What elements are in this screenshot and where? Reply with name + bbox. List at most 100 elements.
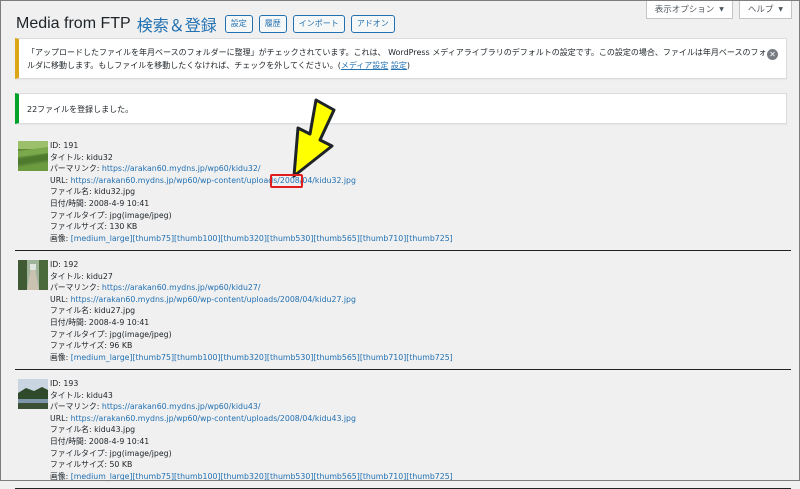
image-size-link[interactable]: [thumb725]	[406, 234, 452, 243]
settings-button[interactable]: 設定	[224, 15, 253, 33]
item-images-row: 画像: [medium_large][thumb75][thumb100][th…	[50, 352, 453, 364]
url-label: URL:	[50, 294, 71, 304]
dismiss-icon[interactable]: ✕	[767, 49, 778, 60]
caret-down-icon: ▼	[719, 5, 724, 13]
registered-file-list: ID: 191 タイトル: kidu32 パーマリンク: https://ara…	[15, 137, 791, 489]
item-title-row: タイトル: kidu32	[50, 152, 453, 164]
history-button[interactable]: 履歴	[258, 15, 287, 33]
permalink-link[interactable]: https://arakan60.mydns.jp/wp60/kidu43/	[102, 402, 261, 411]
item-title-row: タイトル: kidu43	[50, 390, 453, 402]
url-link[interactable]: https://arakan60.mydns.jp/wp60/wp-conten…	[71, 295, 356, 304]
image-size-link[interactable]: [thumb710]	[360, 234, 406, 243]
item-images-row: 画像: [medium_large][thumb75][thumb100][th…	[50, 233, 453, 245]
images-label: 画像:	[50, 352, 71, 362]
help-button[interactable]: ヘルプ ▼	[738, 0, 792, 19]
item-url-row: URL: https://arakan60.mydns.jp/wp60/wp-c…	[50, 294, 453, 306]
title-label: タイトル:	[50, 152, 87, 162]
item-title: kidu32	[86, 152, 113, 162]
addon-button[interactable]: アドオン	[350, 15, 395, 33]
warning-notice-text: 「アップロードしたファイルを年月ベースのフォルダーに整理」がチェックされています…	[27, 46, 767, 72]
item-filetype: ファイルタイプ: jpg(image/jpeg)	[50, 210, 172, 220]
media-settings-link[interactable]: メディア設定	[341, 61, 388, 70]
item-permalink-row: パーマリンク: https://arakan60.mydns.jp/wp60/k…	[50, 282, 453, 294]
screen-options-label: 表示オプション	[654, 5, 715, 15]
item-fields: ID: 191 タイトル: kidu32 パーマリンク: https://ara…	[50, 140, 453, 244]
item-filename: ファイル名: kidu27.jpg	[50, 306, 136, 316]
import-button[interactable]: インポート	[292, 15, 345, 33]
permalink-link[interactable]: https://arakan60.mydns.jp/wp60/kidu27/	[102, 283, 261, 292]
item-title-row: タイトル: kidu27	[50, 271, 453, 283]
item-filesize: ファイルサイズ: 130 KB	[50, 222, 138, 232]
image-size-link[interactable]: [thumb100]	[174, 472, 220, 481]
permalink-label: パーマリンク:	[50, 283, 102, 293]
item-url-row: URL: https://arakan60.mydns.jp/wp60/wp-c…	[50, 413, 453, 425]
image-size-link[interactable]: [thumb565]	[313, 234, 359, 243]
item-filetype: ファイルタイプ: jpg(image/jpeg)	[50, 329, 172, 339]
help-label: ヘルプ	[747, 5, 774, 15]
screen-options-button[interactable]: 表示オプション ▼	[645, 0, 733, 19]
item-filename: ファイル名: kidu32.jpg	[50, 187, 136, 197]
item-filesize: ファイルサイズ: 50 KB	[50, 460, 133, 470]
item-permalink-row: パーマリンク: https://arakan60.mydns.jp/wp60/k…	[50, 163, 453, 175]
item-filetype: ファイルタイプ: jpg(image/jpeg)	[50, 448, 172, 458]
image-size-link[interactable]: [thumb565]	[313, 472, 359, 481]
success-notice: 22ファイルを登録しました。	[15, 93, 787, 124]
item-datetime: 日付/時間: 2008-4-9 10:41	[50, 198, 150, 208]
success-message: 22ファイルを登録しました。	[27, 105, 134, 114]
image-size-link[interactable]: [thumb565]	[313, 353, 359, 362]
item-permalink-row: パーマリンク: https://arakan60.mydns.jp/wp60/k…	[50, 401, 453, 413]
image-size-link[interactable]: [thumb320]	[220, 353, 266, 362]
permalink-link[interactable]: https://arakan60.mydns.jp/wp60/kidu32/	[102, 164, 261, 173]
item-title: kidu27	[86, 271, 113, 281]
image-size-link[interactable]: [medium_large]	[71, 234, 133, 243]
url-label: URL:	[50, 175, 71, 185]
image-size-link[interactable]: [thumb320]	[220, 472, 266, 481]
caret-down-icon: ▼	[778, 5, 783, 13]
image-size-link[interactable]: [thumb530]	[267, 234, 313, 243]
page-title-link[interactable]: 検索＆登録	[137, 12, 217, 36]
screen-meta-links: 表示オプション ▼ ヘルプ ▼	[645, 0, 792, 19]
list-item: ID: 193 タイトル: kidu43 パーマリンク: https://ara…	[15, 375, 791, 489]
images-label: 画像:	[50, 233, 71, 243]
image-size-link[interactable]: [thumb530]	[267, 353, 313, 362]
images-label: 画像:	[50, 471, 71, 481]
item-filename: ファイル名: kidu43.jpg	[50, 425, 136, 435]
image-size-link[interactable]: [thumb320]	[220, 234, 266, 243]
list-item: ID: 191 タイトル: kidu32 パーマリンク: https://ara…	[15, 137, 791, 251]
image-size-link[interactable]: [thumb75]	[133, 234, 175, 243]
image-size-link[interactable]: [medium_large]	[71, 472, 133, 481]
page-header: Media from FTP 検索＆登録 設定 履歴 インポート アドオン	[16, 12, 401, 36]
warning-notice: 「アップロードしたファイルを年月ベースのフォルダーに整理」がチェックされています…	[15, 38, 787, 79]
image-size-link[interactable]: [thumb75]	[133, 353, 175, 362]
item-id: ID: 191	[50, 141, 79, 150]
title-label: タイトル:	[50, 271, 87, 281]
permalink-label: パーマリンク:	[50, 164, 102, 174]
item-url-row: URL: https://arakan60.mydns.jp/wp60/wp-c…	[50, 175, 453, 187]
permalink-label: パーマリンク:	[50, 402, 102, 412]
image-size-link[interactable]: [thumb100]	[174, 234, 220, 243]
app-title: Media from FTP	[16, 15, 131, 32]
url-link[interactable]: https://arakan60.mydns.jp/wp60/wp-conten…	[71, 414, 356, 423]
item-datetime: 日付/時間: 2008-4-9 10:41	[50, 436, 150, 446]
settings-link[interactable]: 設定	[391, 61, 407, 70]
item-fields: ID: 193 タイトル: kidu43 パーマリンク: https://ara…	[50, 378, 453, 482]
item-id: ID: 193	[50, 379, 79, 388]
list-item: ID: 192 タイトル: kidu27 パーマリンク: https://ara…	[15, 256, 791, 370]
thumbnail-image	[18, 260, 48, 290]
image-size-link[interactable]: [thumb100]	[174, 353, 220, 362]
url-label: URL:	[50, 413, 71, 423]
item-fields: ID: 192 タイトル: kidu27 パーマリンク: https://ara…	[50, 259, 453, 363]
item-title: kidu43	[86, 390, 113, 400]
image-size-link[interactable]: [thumb530]	[267, 472, 313, 481]
image-size-link[interactable]: [thumb710]	[360, 472, 406, 481]
thumbnail-image	[18, 379, 48, 409]
item-filesize: ファイルサイズ: 96 KB	[50, 341, 133, 351]
warning-suffix: )	[406, 61, 410, 70]
item-id: ID: 192	[50, 260, 79, 269]
image-size-link[interactable]: [thumb725]	[406, 472, 452, 481]
image-size-link[interactable]: [thumb710]	[360, 353, 406, 362]
image-size-link[interactable]: [medium_large]	[71, 353, 133, 362]
annotation-highlight-box	[270, 174, 303, 188]
image-size-link[interactable]: [thumb75]	[133, 472, 175, 481]
image-size-link[interactable]: [thumb725]	[406, 353, 452, 362]
